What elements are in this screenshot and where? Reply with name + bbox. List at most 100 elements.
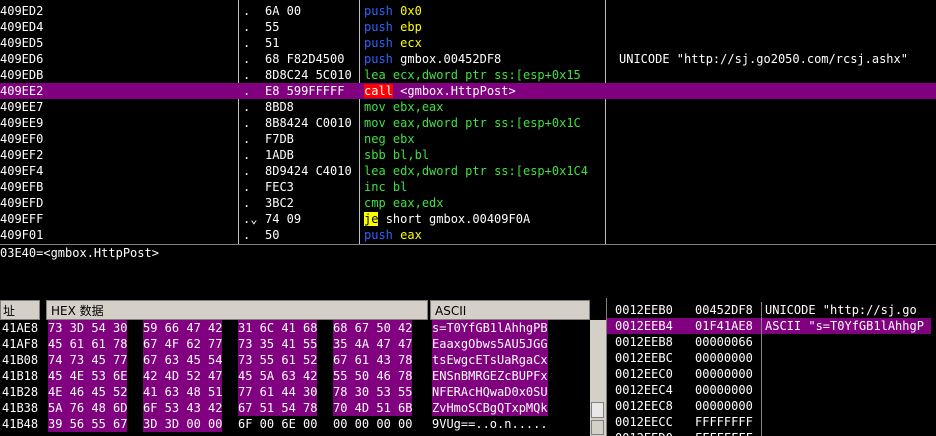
stack-address: 0012EEBC — [615, 351, 673, 365]
disasm-operand: edx,dword ptr ss:[esp+0x1C4 — [392, 164, 588, 178]
disasm-comment: UNICODE "http://sj.go2050.com/rcsj.ashx" — [619, 52, 908, 66]
dump-address-header[interactable]: 址 — [0, 300, 40, 320]
disasm-row[interactable]: 409EF4. 8D9424 C4010 lea edx,dword ptr ss:… — [0, 163, 936, 179]
stack-address: 0012EEB4 — [615, 319, 673, 333]
dump-row[interactable]: 41B48 39 56 55 67 3D 3D 00 00 6F 00 6E 00 00… — [0, 416, 590, 432]
dump-ascii: EaaxgObws5AU5JGG — [432, 336, 548, 352]
stack-value: 00000000 — [695, 367, 753, 381]
disasm-instruction: mov eax,dword ptr ss:[esp+0x1C — [364, 115, 604, 131]
dump-scrollbar[interactable] — [590, 320, 606, 436]
disasm-row[interactable]: 409F01. 50 push eax — [0, 227, 936, 243]
disasm-mnemonic: call — [364, 84, 393, 98]
disasm-row[interactable]: 409EFF .⌄ 74 09 je short gmbox.00409F0A — [0, 211, 936, 227]
disasm-address: 409F01 — [0, 228, 44, 242]
disasm-row[interactable]: 409ED4. 55 push ebp — [0, 19, 936, 35]
disasm-row[interactable]: 409ED5. 51 push ecx — [0, 35, 936, 51]
disasm-operand: <gmbox.HttpPost> — [400, 84, 516, 98]
disasm-mnemonic: push — [364, 52, 393, 66]
disasm-marker: . — [243, 36, 251, 50]
stack-row[interactable]: 0012EED0 FFFFFFFF — [607, 430, 931, 436]
stack-value: 00452DF8 — [695, 303, 753, 317]
dump-hex-group: 45 61 61 78 — [48, 336, 128, 352]
info-line: 03E40=<gmbox.HttpPost> — [0, 246, 159, 260]
stack-row[interactable]: 0012EEB0 00452DF8 UNICODE "http://sj.go — [607, 302, 931, 318]
disasm-address: 409ED4 — [0, 20, 44, 34]
stack-row[interactable]: 0012EEC4 00000000 — [607, 382, 931, 398]
dump-hex-group: 6F 53 43 42 — [143, 400, 223, 416]
dump-address: 41AE8 — [2, 321, 39, 335]
disasm-address: 409EDB — [0, 68, 44, 82]
disasm-address: 409ED5 — [0, 36, 44, 50]
disasm-instruction: push eax — [364, 227, 604, 243]
disasm-row[interactable]: 409EDB. 8D8C24 5C010 lea ecx,dword ptr ss:… — [0, 67, 936, 83]
dump-row[interactable]: 41AE8 73 3D 54 30 59 66 47 42 31 6C 41 68 68… — [0, 320, 590, 336]
disasm-instruction: push gmbox.00452DF8 — [364, 51, 604, 67]
dump-row[interactable]: 41B18 45 4E 53 6E 42 4D 52 47 45 5A 63 42 55… — [0, 368, 590, 384]
dump-hex-group: 73 55 61 52 — [238, 352, 318, 368]
dump-row[interactable]: 41B38 5A 76 48 6D 6F 53 43 42 67 51 54 78 70… — [0, 400, 590, 416]
dump-address: 41B08 — [2, 353, 39, 367]
disassembly-pane[interactable]: 409ED2. 6A 00 push 0x0 409ED4. 55 push ebp 409… — [0, 0, 936, 244]
dump-row[interactable]: 41B08 74 73 45 77 67 63 45 54 73 55 61 52 67… — [0, 352, 590, 368]
disasm-bytes: 74 09 — [265, 212, 302, 226]
disasm-mnemonic: inc — [364, 180, 386, 194]
stack-divider — [761, 398, 762, 414]
dump-row[interactable]: 41B28 4E 46 45 52 41 63 48 51 77 61 44 30 78… — [0, 384, 590, 400]
disasm-row[interactable]: 409ED2. 6A 00 push 0x0 — [0, 3, 936, 19]
stack-row[interactable]: 0012EEC8 00000000 — [607, 398, 931, 414]
stack-comment: UNICODE "http://sj.go — [765, 303, 917, 317]
dump-address: 41AF8 — [2, 337, 39, 351]
dump-hex-group: 45 5A 63 42 — [238, 368, 318, 384]
disasm-row[interactable]: 409EE7. 8BD8 mov ebx,eax — [0, 99, 936, 115]
disasm-bytes: 8BD8 — [265, 100, 294, 114]
dump-hex-group: 74 73 45 77 — [48, 352, 128, 368]
dump-address: 41B28 — [2, 385, 39, 399]
disasm-operand: ebp — [400, 20, 422, 34]
stack-row[interactable]: 0012EEB8 00000066 — [607, 334, 931, 350]
disasm-bytes: 3BC2 — [265, 196, 294, 210]
stack-address: 0012EEB0 — [615, 303, 673, 317]
disasm-marker: . — [243, 4, 251, 18]
stack-row[interactable]: 0012EEB4 01F41AE8 ASCII "s=T0YfGB1lAhhgP — [607, 318, 931, 334]
disasm-row[interactable]: 409ED6. 68 F82D4500 push gmbox.00452DF8 UNI… — [0, 51, 936, 67]
disasm-row[interactable]: 409EF2. 1ADB sbb bl,bl — [0, 147, 936, 163]
disasm-address: 409EE7 — [0, 100, 44, 114]
disasm-row[interactable]: 409EE2. E8 599FFFFF call <gmbox.HttpPost> — [0, 83, 936, 99]
stack-divider — [761, 430, 762, 436]
disasm-marker: .⌄ — [243, 212, 258, 226]
disasm-bytes: 8B8424 C0010 — [265, 116, 352, 130]
stack-row[interactable]: 0012EECC FFFFFFFF — [607, 414, 931, 430]
disasm-mnemonic: sbb — [364, 148, 386, 162]
dump-ascii: ZvHmoSCBgQTxpMQk — [432, 400, 548, 416]
stack-row[interactable]: 0012EEBC 00000000 — [607, 350, 931, 366]
dump-hex-group: 73 35 41 55 — [238, 336, 318, 352]
disasm-instruction: sbb bl,bl — [364, 147, 604, 163]
dump-pane[interactable]: 址 HEX 数据 ASCII 41AE8 73 3D 54 30 59 66 47 … — [0, 298, 606, 436]
disasm-operand: bl,bl — [392, 148, 430, 162]
disasm-row[interactable]: 409EF0. F7DB neg ebx — [0, 131, 936, 147]
dump-address: 41B48 — [2, 417, 39, 431]
stack-divider — [761, 318, 762, 334]
dump-ascii-header[interactable]: ASCII — [430, 300, 590, 320]
dump-hex-header[interactable]: HEX 数据 — [46, 300, 428, 320]
scroll-thumb[interactable] — [591, 402, 604, 418]
disasm-instruction: push ecx — [364, 35, 604, 51]
dump-hex-group: 45 4E 53 6E — [48, 368, 128, 384]
dump-hex-group: 68 67 50 42 — [333, 320, 413, 336]
disasm-bytes: 55 — [265, 20, 280, 34]
disasm-row[interactable]: 409EFD. 3BC2 cmp eax,edx — [0, 195, 936, 211]
disasm-instruction: push 0x0 — [364, 3, 604, 19]
stack-row[interactable]: 0012EEC0 00000000 — [607, 366, 931, 382]
disasm-marker: . — [243, 68, 251, 82]
dump-row[interactable]: 41AF8 45 61 61 78 67 4F 62 77 73 35 41 55 35… — [0, 336, 590, 352]
disasm-address: 409ED2 — [0, 4, 44, 18]
dump-hex-group: 00 00 00 00 — [333, 417, 413, 431]
stack-pane[interactable]: 0012EEB0 00452DF8 UNICODE "http://sj.go 001… — [606, 298, 936, 436]
disasm-row[interactable]: 409EE9. 8B8424 C0010 mov eax,dword ptr ss:… — [0, 115, 936, 131]
scroll-down-arrow[interactable] — [591, 420, 604, 435]
disasm-bytes: 6A 00 — [265, 4, 302, 18]
disasm-bytes: FEC3 — [265, 180, 294, 194]
disasm-mnemonic: push — [364, 228, 393, 242]
disasm-row[interactable]: 409EFB. FEC3 inc bl — [0, 179, 936, 195]
stack-value: 01F41AE8 — [695, 319, 753, 333]
